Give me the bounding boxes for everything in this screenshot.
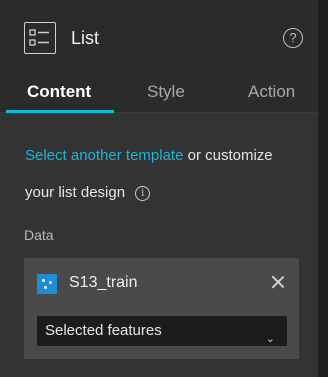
chevron-down-icon: ⌄ — [265, 333, 275, 345]
tab-style[interactable]: Style — [147, 82, 185, 102]
panel-title: List — [71, 28, 100, 48]
tab-action[interactable]: Action — [248, 82, 295, 102]
list-widget-icon — [24, 22, 56, 54]
close-icon[interactable] — [268, 272, 288, 292]
template-description: Select another template or customize you… — [25, 137, 305, 211]
select-template-link[interactable]: Select another template — [25, 147, 183, 164]
tab-bar: Content Style Action — [0, 72, 318, 113]
help-icon[interactable]: ? — [283, 28, 303, 48]
panel-header: List ? — [0, 0, 318, 76]
datasource-card: S13_train Selected features ⌄ — [24, 258, 299, 359]
panel-edge — [318, 0, 328, 377]
data-section-label: Data — [24, 227, 54, 243]
settings-panel: List ? Content Style Action Select anoth… — [0, 0, 318, 377]
tab-content[interactable]: Content — [27, 82, 91, 102]
datasource-name: S13_train — [69, 274, 138, 291]
info-icon[interactable]: i — [135, 186, 151, 201]
data-view-select[interactable]: Selected features ⌄ — [37, 316, 287, 346]
feature-layer-icon — [37, 274, 57, 294]
data-view-select-value: Selected features — [45, 322, 162, 339]
